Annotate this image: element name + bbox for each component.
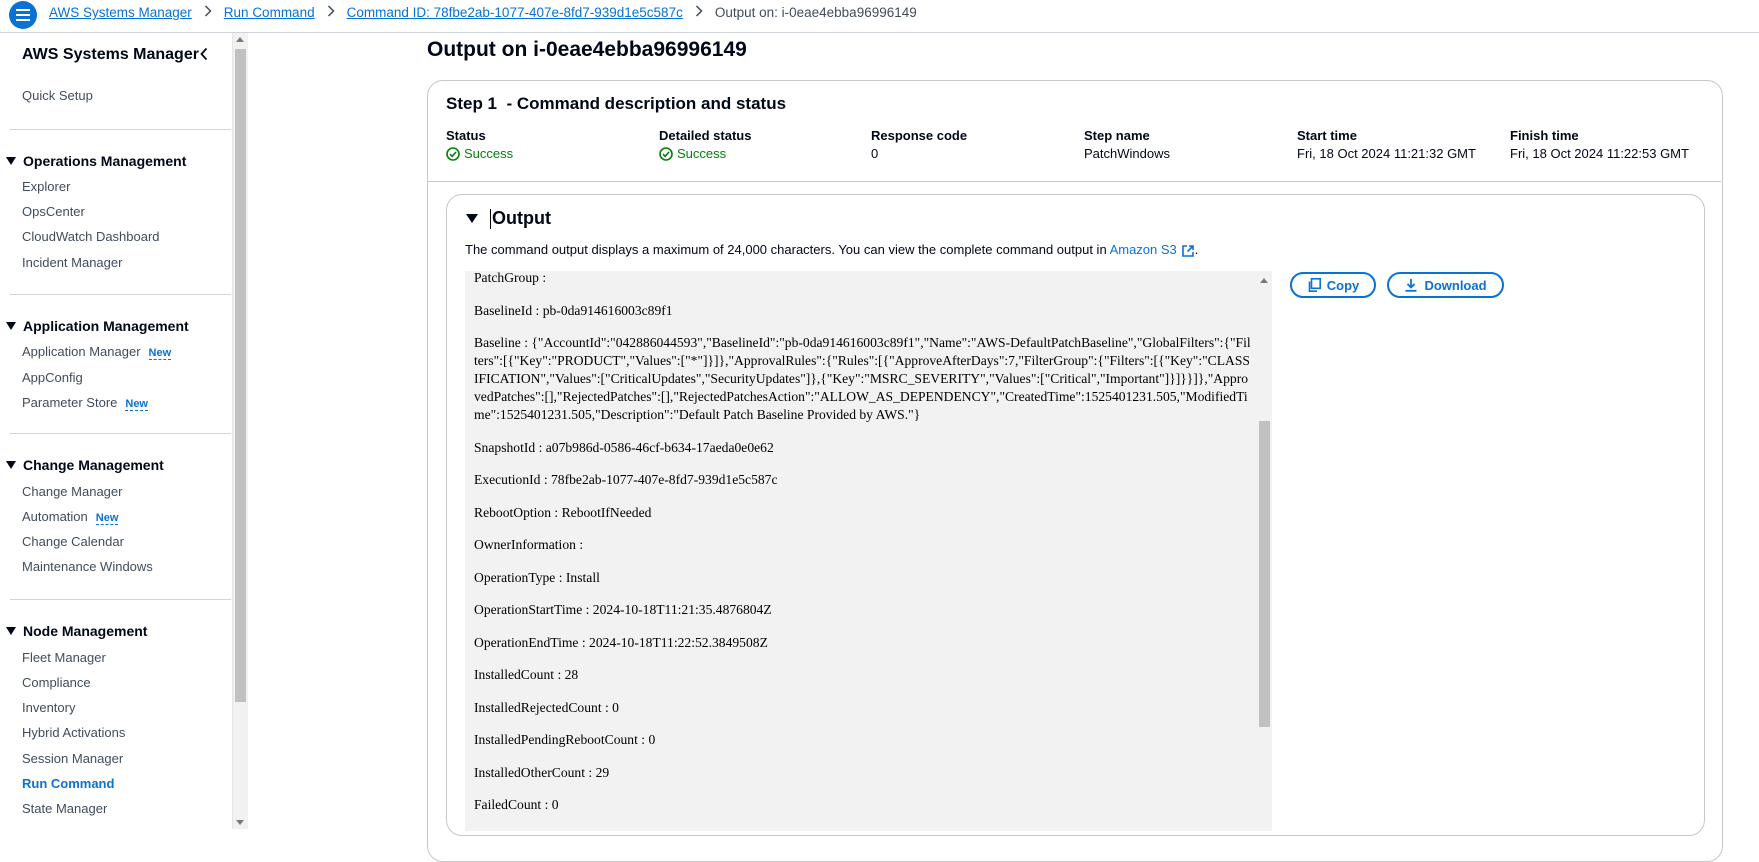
output-title: Output — [492, 208, 551, 228]
copy-button[interactable]: Copy — [1290, 272, 1376, 298]
step-name-label: Step name — [1084, 128, 1150, 143]
sidebar-divider — [10, 599, 231, 600]
page-title: Output on i-0eae4ebba96996149 — [427, 38, 747, 61]
success-check-icon — [446, 146, 460, 161]
output-line: PatchGroup : — [474, 271, 547, 285]
finish-time-value: Fri, 18 Oct 2024 11:22:53 GMT — [1510, 146, 1689, 161]
new-badge[interactable]: New — [125, 398, 148, 411]
sidebar-item-session-manager[interactable]: Session Manager — [22, 751, 123, 766]
breadcrumb-systems-manager[interactable]: AWS Systems Manager — [49, 5, 192, 20]
external-link-icon[interactable] — [1181, 244, 1195, 258]
caret-down-icon — [466, 214, 478, 223]
section-operations-management[interactable]: Operations Management — [6, 153, 186, 169]
output-line: InstalledRejectedCount : 0 — [474, 699, 619, 715]
section-divider — [428, 181, 1721, 182]
sidebar-item-change-calendar[interactable]: Change Calendar — [22, 534, 124, 549]
step-title: Step 1 - Command description and status — [446, 94, 787, 113]
sidebar-item-quick-setup[interactable]: Quick Setup — [22, 88, 93, 103]
output-line: InstalledCount : 28 — [474, 667, 579, 682]
sidebar-item-opscenter[interactable]: OpsCenter — [22, 204, 85, 219]
sidebar-item-appconfig[interactable]: AppConfig — [22, 370, 83, 385]
menu-icon[interactable] — [9, 1, 37, 29]
section-application-management[interactable]: Application Management — [6, 318, 189, 334]
amazon-s3-link[interactable]: Amazon S3 — [1110, 242, 1177, 257]
sidebar-item-application-manager[interactable]: Application Manager New — [22, 344, 172, 360]
sidebar-divider — [10, 294, 231, 295]
output-line: SnapshotId : a07b986d-0586-46cf-b634-17a… — [474, 439, 774, 455]
status-label: Status — [446, 128, 486, 143]
sidebar-item-explorer[interactable]: Explorer — [22, 179, 70, 194]
sidebar-item-maintenance-windows[interactable]: Maintenance Windows — [22, 559, 153, 574]
sidebar-item-parameter-store[interactable]: Parameter Store New — [22, 395, 148, 411]
scroll-up-icon[interactable] — [1260, 278, 1268, 283]
section-node-management[interactable]: Node Management — [6, 623, 147, 639]
caret-down-icon — [6, 157, 16, 165]
output-expand-toggle[interactable]: Output — [466, 208, 551, 229]
sidebar-divider — [10, 129, 231, 130]
copy-icon — [1308, 278, 1321, 292]
new-badge[interactable]: New — [95, 512, 119, 525]
side-navigation: AWS Systems Manager Quick Setup Operatio… — [0, 33, 233, 829]
scrollbar-thumb[interactable] — [235, 49, 246, 702]
output-description: The command output displays a maximum of… — [465, 242, 1199, 258]
step-name-value: PatchWindows — [1084, 146, 1170, 161]
caret-down-icon — [6, 627, 16, 635]
sidebar-item-inventory[interactable]: Inventory — [22, 700, 75, 715]
breadcrumb: AWS Systems Manager Run Command Command … — [49, 5, 917, 20]
top-navigation-bar: AWS Systems Manager Run Command Command … — [0, 0, 1759, 33]
chevron-right-icon — [322, 5, 340, 20]
command-output-text[interactable]: PatchGroup : BaselineId : pb-0da91461600… — [465, 271, 1272, 831]
detailed-status-value: Success — [659, 146, 726, 161]
scroll-down-icon[interactable] — [236, 820, 244, 825]
start-time-value: Fri, 18 Oct 2024 11:21:32 GMT — [1297, 146, 1476, 161]
download-button[interactable]: Download — [1387, 272, 1504, 298]
output-lines: PatchGroup : BaselineId : pb-0da91461600… — [474, 271, 1254, 829]
start-time-label: Start time — [1297, 128, 1357, 143]
output-line: InstalledOtherCount : 29 — [474, 764, 610, 780]
breadcrumb-run-command[interactable]: Run Command — [224, 5, 315, 20]
output-line: InstalledPendingRebootCount : 0 — [474, 732, 656, 747]
response-code-value: 0 — [871, 146, 879, 161]
caret-down-icon — [6, 322, 16, 330]
text-cursor — [490, 208, 491, 229]
output-line: OwnerInformation : — [474, 537, 584, 552]
detailed-status-label: Detailed status — [659, 128, 752, 143]
sidebar-item-run-command[interactable]: Run Command — [22, 776, 114, 791]
sidebar-item-hybrid-activations[interactable]: Hybrid Activations — [22, 725, 125, 740]
output-line: Baseline : {"AccountId":"042886044593","… — [474, 335, 1251, 422]
status-value: Success — [446, 146, 513, 161]
caret-down-icon — [6, 461, 16, 469]
scrollbar-thumb[interactable] — [1259, 421, 1270, 727]
sidebar-divider — [10, 433, 231, 434]
success-check-icon — [659, 146, 673, 161]
response-code-label: Response code — [871, 128, 968, 143]
output-line: OperationStartTime : 2024-10-18T11:21:35… — [474, 602, 772, 617]
new-badge[interactable]: New — [148, 347, 172, 360]
breadcrumb-current-output: Output on: i-0eae4ebba96996149 — [714, 5, 917, 20]
chevron-right-icon — [690, 5, 708, 20]
sidebar-scrollbar[interactable] — [232, 33, 248, 829]
sidebar-item-change-manager[interactable]: Change Manager — [22, 484, 122, 499]
output-line: RebootOption : RebootIfNeeded — [474, 504, 652, 520]
output-line: OperationType : Install — [474, 569, 600, 585]
finish-time-label: Finish time — [1510, 128, 1579, 143]
output-line: ExecutionId : 78fbe2ab-1077-407e-8fd7-93… — [474, 472, 778, 487]
output-line: FailedCount : 0 — [474, 797, 559, 812]
sidebar-item-automation[interactable]: Automation New — [22, 509, 119, 525]
sidebar-title[interactable]: AWS Systems Manager — [22, 46, 199, 64]
output-line: BaselineId : pb-0da914616003c89f1 — [474, 302, 673, 318]
download-icon — [1405, 279, 1417, 292]
sidebar-item-cloudwatch-dashboard[interactable]: CloudWatch Dashboard — [22, 229, 160, 244]
sidebar-item-fleet-manager[interactable]: Fleet Manager — [22, 650, 106, 665]
chevron-right-icon — [199, 5, 217, 20]
scroll-up-icon[interactable] — [236, 37, 244, 42]
collapse-sidebar-icon[interactable] — [199, 47, 209, 66]
sidebar-item-compliance[interactable]: Compliance — [22, 675, 91, 690]
sidebar-item-state-manager[interactable]: State Manager — [22, 801, 107, 816]
breadcrumb-command-id[interactable]: Command ID: 78fbe2ab-1077-407e-8fd7-939d… — [347, 5, 683, 20]
output-line: OperationEndTime : 2024-10-18T11:22:52.3… — [474, 634, 768, 650]
section-change-management[interactable]: Change Management — [6, 457, 164, 473]
sidebar-item-incident-manager[interactable]: Incident Manager — [22, 255, 122, 270]
output-scrollbar[interactable] — [1257, 271, 1272, 831]
